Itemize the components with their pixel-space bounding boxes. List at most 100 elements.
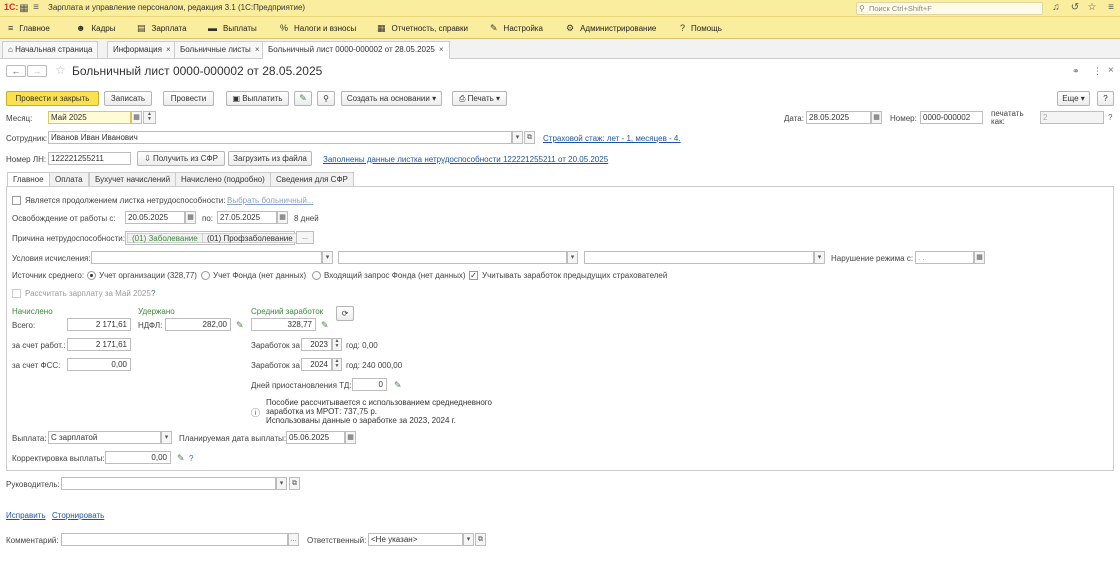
print-as-input[interactable]: 2 <box>1040 111 1104 124</box>
open-icon[interactable]: ⧉ <box>524 131 535 144</box>
number-input[interactable]: 0000-000002 <box>920 111 983 124</box>
responsible-input[interactable]: <Не указан> <box>368 533 463 546</box>
pay-button[interactable]: ▣ Выплатить <box>226 91 289 106</box>
payment-select[interactable]: С зарплатой <box>48 431 161 444</box>
favorite-star-icon[interactable]: ☆ <box>55 63 66 77</box>
storno-link[interactable]: Сторнировать <box>52 511 104 520</box>
calc-salary-help-icon[interactable]: ? <box>151 289 155 298</box>
tab-sick-leaves[interactable]: Больничные листы × <box>174 41 266 58</box>
calendar-icon[interactable]: ▦ <box>277 211 288 224</box>
conditions-input-2[interactable] <box>338 251 567 264</box>
dropdown-arrow-icon[interactable]: ▾ <box>322 251 333 264</box>
dropdown-arrow-icon[interactable]: ▾ <box>463 533 474 546</box>
month-input[interactable]: Май 2025 <box>48 111 131 124</box>
planned-date-input[interactable]: 05.06.2025 <box>286 431 345 444</box>
tab-accounting[interactable]: Бухучет начислений <box>89 172 177 187</box>
release-to-input[interactable]: 27.05.2025 <box>217 211 277 224</box>
fix-link[interactable]: Исправить <box>6 511 46 520</box>
date-input[interactable]: 28.05.2025 <box>806 111 871 124</box>
tab-payment[interactable]: Оплата <box>49 172 89 187</box>
dropdown-arrow-icon[interactable]: ▾ <box>276 477 287 490</box>
back-button[interactable]: ← <box>6 65 26 77</box>
violation-date-input[interactable]: . . <box>915 251 974 264</box>
grid-icon[interactable]: ▦ <box>18 3 30 14</box>
edit-ndfl-icon[interactable]: ✎ <box>236 320 244 331</box>
edit-avg-icon[interactable]: ✎ <box>321 320 329 331</box>
conditions-input-3[interactable] <box>584 251 814 264</box>
help-button[interactable]: ? <box>1097 91 1114 106</box>
continuation-checkbox[interactable] <box>12 196 21 205</box>
year1-stepper[interactable]: ▲ ▼ <box>332 338 342 351</box>
edit-correction-icon[interactable]: ✎ <box>177 453 185 464</box>
calendar-icon[interactable]: ▦ <box>185 211 196 224</box>
open-icon[interactable]: ⧉ <box>289 477 300 490</box>
avg-source-request-radio[interactable] <box>312 271 321 280</box>
close-icon[interactable]: × <box>1108 65 1114 76</box>
comment-input[interactable] <box>61 533 288 546</box>
close-icon[interactable]: × <box>166 45 171 54</box>
suspension-input[interactable]: 0 <box>352 378 387 391</box>
menu-item-settings[interactable]: ✎ Настройка <box>490 23 543 34</box>
calendar-icon[interactable]: ▦ <box>345 431 356 444</box>
post-and-close-button[interactable]: Провести и закрыть <box>6 91 99 106</box>
dropdown-arrow-icon[interactable]: ▾ <box>567 251 578 264</box>
dropdown-arrow-icon[interactable]: ▾ <box>161 431 172 444</box>
tab-home[interactable]: ⌂ Начальная страница <box>2 41 99 58</box>
choose-sick-leave-link[interactable]: Выбрать больничный... <box>227 196 314 205</box>
tab-sfr-info[interactable]: Сведения для СФР <box>270 172 354 187</box>
close-icon[interactable]: × <box>255 45 260 54</box>
menu-item-hr[interactable]: ☻ Кадры <box>76 23 115 33</box>
tab-sick-leave-doc[interactable]: Больничный лист 0000-000002 от 28.05.202… <box>262 41 450 59</box>
get-from-sfr-button[interactable]: ⇩ Получить из СФР <box>137 151 225 166</box>
conditions-input-1[interactable] <box>91 251 322 264</box>
employee-input[interactable]: Иванов Иван Иванович <box>48 131 512 144</box>
ln-number-input[interactable]: 122221255211 <box>48 152 131 165</box>
reason-secondary[interactable]: (01) Профзаболевание <box>202 233 298 243</box>
more-button[interactable]: Еще ▾ <box>1057 91 1090 106</box>
avg-source-fund-radio[interactable] <box>201 271 210 280</box>
menu-item-reports[interactable]: ▦ Отчетность, справки <box>377 23 468 34</box>
employee-dropdown-icon[interactable]: ▾ <box>512 131 523 144</box>
print-button[interactable]: ⎙ Печать ▾ <box>452 91 507 106</box>
load-from-file-button[interactable]: Загрузить из файла <box>228 151 312 166</box>
menu-item-main[interactable]: ≡ Главное <box>8 23 50 33</box>
menu-item-help[interactable]: ? Помощь <box>680 23 722 33</box>
link-icon[interactable]: ⚭ <box>1072 66 1080 77</box>
history-icon[interactable]: ↺ <box>1069 2 1081 13</box>
post-button[interactable]: Провести <box>163 91 214 106</box>
more-vertical-icon[interactable]: ⋮ <box>1093 66 1102 77</box>
calc-salary-checkbox[interactable] <box>12 289 21 298</box>
global-search-input[interactable]: ⚲ Поиск Ctrl+Shift+F <box>856 2 1043 15</box>
bell-icon[interactable]: ♫ <box>1050 2 1062 13</box>
open-icon[interactable]: ⧉ <box>475 533 486 546</box>
sign-button[interactable]: ✎ <box>294 91 312 106</box>
insurance-experience-link[interactable]: Страховой стаж: лет - 1, месяцев - 4. <box>543 134 681 143</box>
month-stepper[interactable]: ▲ ▼ <box>143 111 156 124</box>
star-icon[interactable]: ☆ <box>1086 2 1098 13</box>
save-button[interactable]: Записать <box>104 91 152 106</box>
refresh-button[interactable]: ⟳ <box>336 306 354 321</box>
print-as-help-icon[interactable]: ? <box>1108 113 1112 122</box>
menu-item-taxes[interactable]: % Налоги и взносы <box>280 23 356 33</box>
year1-input[interactable]: 2023 <box>301 338 332 351</box>
close-icon[interactable]: × <box>439 45 444 54</box>
year2-stepper[interactable]: ▲ ▼ <box>332 358 342 371</box>
calendar-icon[interactable]: ▦ <box>974 251 985 264</box>
avg-source-org-radio[interactable] <box>87 271 96 280</box>
menu-icon[interactable]: ≡ <box>1105 2 1117 13</box>
consider-previous-checkbox[interactable]: ✓ <box>469 271 478 280</box>
reason-select-button[interactable]: ... <box>296 231 314 244</box>
release-from-input[interactable]: 20.05.2025 <box>125 211 185 224</box>
calendar-icon[interactable]: ▦ <box>131 111 142 124</box>
comment-expand-icon[interactable]: … <box>288 533 299 546</box>
forward-button[interactable]: → <box>27 65 47 77</box>
attach-button[interactable]: ⚲ <box>317 91 335 106</box>
menu-item-admin[interactable]: ⚙ Администрирование <box>566 23 656 34</box>
dropdown-arrow-icon[interactable]: ▾ <box>814 251 825 264</box>
tab-info[interactable]: Информация × <box>107 41 177 58</box>
hamburger-icon[interactable]: ≡ <box>30 2 42 13</box>
reason-primary[interactable]: (01) Заболевание <box>127 233 203 243</box>
correction-input[interactable]: 0,00 <box>105 451 171 464</box>
tab-main[interactable]: Главное <box>7 172 50 187</box>
edit-suspension-icon[interactable]: ✎ <box>394 380 402 391</box>
